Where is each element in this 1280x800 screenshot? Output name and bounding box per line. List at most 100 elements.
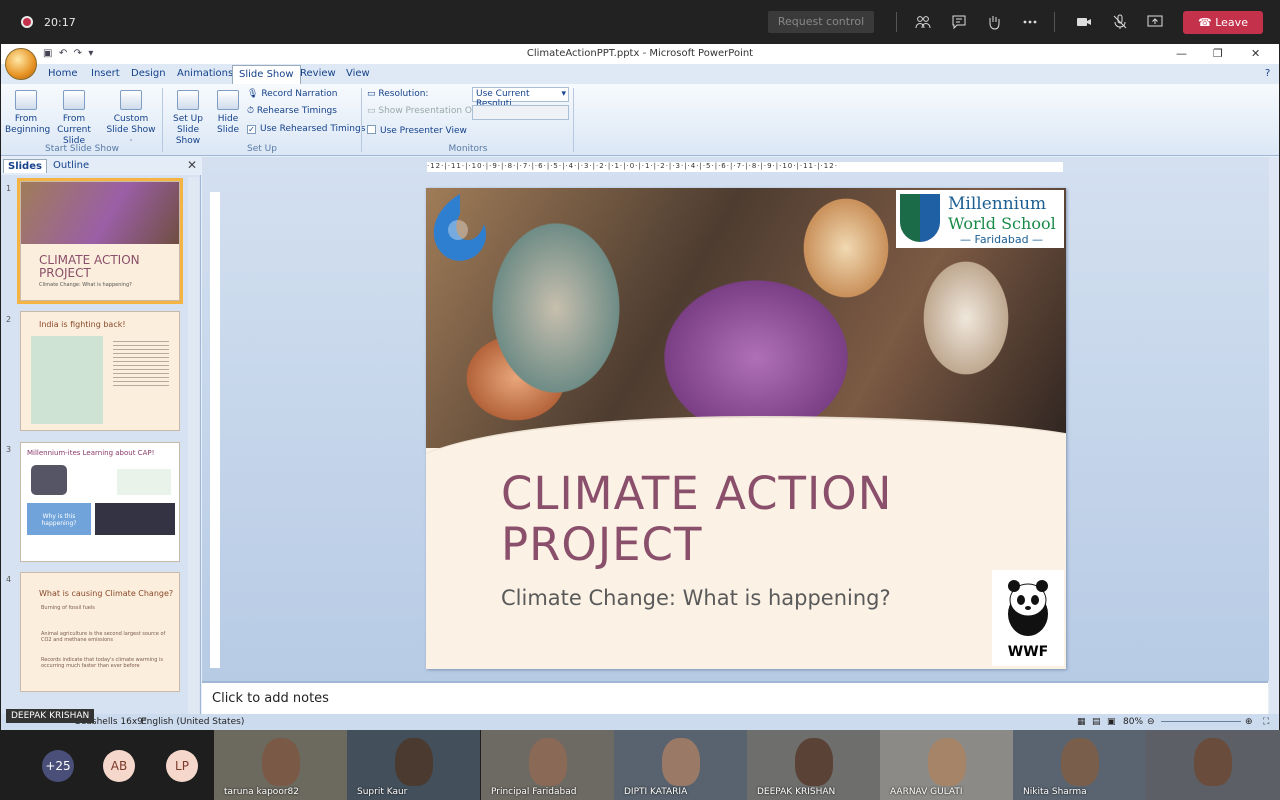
slide-title-line-1: CLIMATE ACTION [501,467,893,520]
redo-icon[interactable]: ↷ [74,48,82,59]
divider [896,12,897,32]
slide-sorter-icon[interactable]: ▤ [1092,717,1101,727]
tab-slides[interactable]: Slides [3,159,47,173]
minimize-icon[interactable]: — [1176,47,1187,60]
hide-slide-button[interactable]: Hide Slide [213,90,243,136]
mic-off-icon[interactable] [1112,14,1128,30]
tab-animations[interactable]: Animations [177,68,233,79]
participant-tile[interactable] [1146,730,1280,800]
recording-icon [21,16,33,28]
participant-tile[interactable]: Principal Faridabad [481,730,614,800]
slides-icon [120,90,142,110]
more-participants-avatar[interactable]: +25 [42,750,74,782]
slide-show-icon[interactable]: ▣ [1107,717,1116,727]
zoom-out-icon[interactable]: ⊖ [1147,717,1155,727]
undo-icon[interactable]: ↶ [59,48,67,59]
divider [1054,12,1055,32]
slide-subtitle[interactable]: Climate Change: What is happening? [501,586,891,610]
thumb-bullet: Animal agriculture is the second largest… [41,631,166,643]
monitor-icon: ▭ [367,106,376,116]
show-presentation-on-dropdown[interactable] [472,105,569,120]
share-icon[interactable] [1147,14,1163,30]
slide-thumbnail-4[interactable]: What is causing Climate Change? Burning … [20,572,180,692]
powerpoint-window: ClimateActionPPT.pptx - Microsoft PowerP… [1,44,1279,730]
participant-tile[interactable]: taruna kapoor82 [214,730,347,800]
zoom-level[interactable]: 80% [1123,717,1143,727]
vertical-ruler [210,192,220,668]
tab-design[interactable]: Design [131,68,166,79]
chat-icon[interactable] [951,14,967,30]
raise-hand-icon[interactable] [986,14,1002,30]
custom-slide-show-button[interactable]: Custom Slide Show · [104,90,158,147]
help-icon[interactable]: ? [1265,68,1270,79]
divider [573,88,574,152]
zoom-slider[interactable] [1161,721,1241,722]
label: Use Rehearsed Timings [260,124,366,134]
thumb-box: Why is this happening? [27,503,91,535]
hide-slide-icon [217,90,239,110]
set-up-slide-show-button[interactable]: Set Up Slide Show [164,90,212,147]
label: Hide [217,114,239,124]
thumb-number: 3 [6,445,12,454]
slide[interactable]: Millennium World School — Faridabad — CL… [426,188,1066,669]
request-control-button[interactable]: Request control [768,11,874,33]
notes-pane[interactable]: Click to add notes [202,681,1268,715]
from-beginning-button[interactable]: From Beginning [5,90,50,136]
people-icon[interactable] [915,14,931,30]
thumb-title: CLIMATE ACTION PROJECT [39,253,140,280]
from-current-slide-button[interactable]: From Current Slide [47,90,101,147]
close-icon[interactable]: ✕ [1251,47,1260,60]
participant-tile[interactable]: Suprit Kaur [347,730,480,800]
resolution-dropdown[interactable]: Use Current Resoluti... ▾ [472,87,569,109]
participant-name: AARNAV GULATI [890,787,963,797]
participant-video [795,738,833,786]
participant-video [529,738,567,786]
participant-name: DEEPAK KRISHAN [757,787,836,797]
use-presenter-view-checkbox[interactable]: Use Presenter View [367,125,467,136]
tab-slide-show[interactable]: Slide Show [232,65,301,84]
meeting-clock: 20:17 [44,16,76,29]
participant-tile[interactable]: Nikita Sharma [1013,730,1146,800]
slide-thumbnail-2[interactable]: India is fighting back! [20,311,180,431]
tab-home[interactable]: Home [48,68,78,79]
zoom-in-icon[interactable]: ⊕ [1245,717,1253,727]
thumb-photo [21,182,179,244]
restore-icon[interactable]: ❐ [1213,47,1223,60]
participant-tile[interactable]: DEEPAK KRISHAN [747,730,880,800]
close-icon[interactable]: ✕ [187,158,197,172]
tab-insert[interactable]: Insert [91,68,120,79]
pane-scrollbar[interactable] [188,177,199,715]
more-icon[interactable] [1022,14,1038,30]
participant-tile[interactable]: DIPTI KATARIA [614,730,747,800]
thumb-number: 1 [6,184,12,193]
camera-icon[interactable] [1076,14,1092,30]
save-icon[interactable]: ▣ [43,48,52,59]
rehearse-timings-button[interactable]: ⏱ Rehearse Timings [247,106,337,116]
tab-outline[interactable]: Outline [49,159,93,172]
normal-view-icon[interactable]: ▦ [1077,717,1086,727]
slide-thumbnail-1[interactable]: CLIMATE ACTION PROJECT Climate Change: W… [17,178,183,304]
brand-line-3: — Faridabad — [960,233,1044,246]
leave-label: Leave [1215,16,1248,29]
customize-qat-icon[interactable]: ▾ [88,48,93,59]
thumb-screenshot [95,503,175,535]
participant-tile[interactable]: AARNAV GULATI [880,730,1013,800]
slide-title[interactable]: CLIMATE ACTION PROJECT [501,468,892,570]
participant-name: Principal Faridabad [491,787,577,797]
use-rehearsed-timings-checkbox[interactable]: ✓ Use Rehearsed Timings [247,124,365,134]
tab-view[interactable]: View [346,68,370,79]
fit-slide-icon[interactable]: ⛶ [1263,717,1269,727]
avatar[interactable]: AB [103,750,135,782]
avatar[interactable]: LP [166,750,198,782]
ribbon-tabs: Home Insert Design Animations Slide Show… [1,64,1279,84]
leave-button[interactable]: ☎ Leave [1183,11,1263,34]
vertical-scrollbar[interactable] [1269,157,1279,717]
record-narration-button[interactable]: 🎙 Record Narration [247,89,338,99]
slide-thumbnail-3[interactable]: Millennium-ites Learning about CAP! Why … [20,442,180,562]
office-button[interactable] [5,48,37,80]
thumb-title: What is causing Climate Change? [39,589,174,598]
label: From [62,114,86,124]
group-label-setup: Set Up [247,144,277,154]
phone-icon: ☎ [1198,16,1216,29]
tab-review[interactable]: Review [300,68,336,79]
